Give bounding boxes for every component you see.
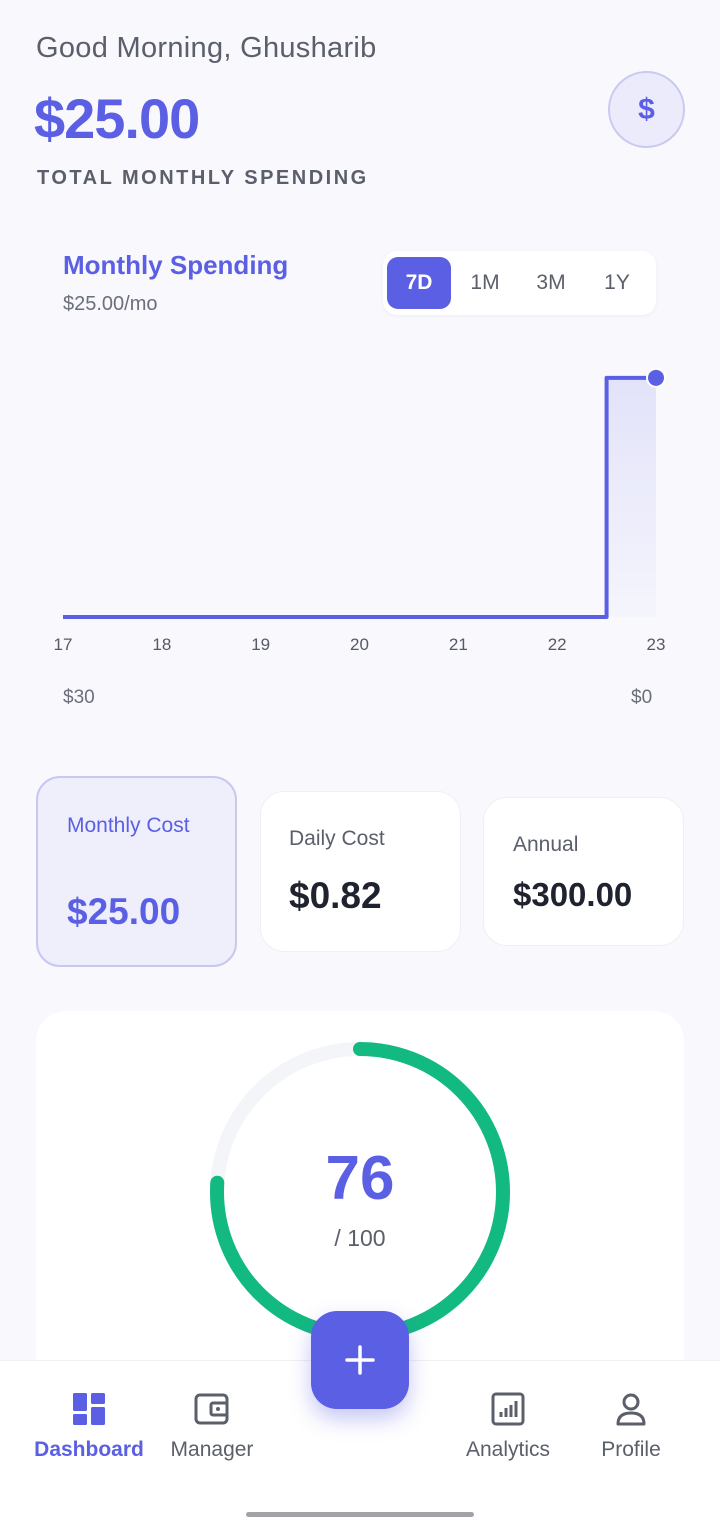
monthly-cost-value: $25.00 — [67, 891, 181, 932]
total-spending-amount: $25.00 — [34, 87, 200, 150]
chart-x-tick: 20 — [350, 635, 369, 654]
range-7d-button[interactable]: 7D — [387, 257, 451, 309]
annual-cost-value: $300.00 — [513, 876, 633, 913]
range-3m-button[interactable]: 3M — [519, 257, 583, 309]
dollar-icon[interactable]: $ — [608, 71, 685, 148]
annual-cost-label: Annual — [513, 833, 579, 856]
chart-area-fill — [606, 377, 656, 617]
chart-x-tick: 23 — [647, 635, 666, 654]
nav-profile[interactable]: Profile — [584, 1392, 678, 1462]
chart-y-min-label: $0 — [631, 687, 653, 708]
range-selector: 7D 1M 3M 1Y — [383, 251, 656, 315]
daily-cost-card[interactable]: Daily Cost $0.82 — [260, 791, 461, 952]
total-spending-label: TOTAL MONTHLY SPENDING — [37, 167, 369, 189]
nav-manager-label: Manager — [170, 1438, 254, 1461]
chart-series-line — [63, 375, 656, 619]
add-button[interactable] — [311, 1311, 409, 1409]
nav-dashboard-label: Dashboard — [34, 1438, 144, 1461]
nav-manager[interactable]: Manager — [160, 1392, 264, 1462]
monthly-cost-label: Monthly Cost — [67, 814, 190, 837]
chart-subtitle: $25.00/mo — [63, 293, 158, 315]
annual-cost-card[interactable]: Annual $300.00 — [483, 797, 684, 946]
chart-x-tick: 22 — [548, 635, 567, 654]
chart-x-tick: 21 — [449, 635, 468, 654]
nav-analytics[interactable]: Analytics — [456, 1392, 560, 1462]
nav-analytics-label: Analytics — [465, 1438, 551, 1461]
score-value: 76 — [325, 1144, 395, 1213]
dollar-symbol: $ — [638, 92, 655, 126]
analytics-icon — [491, 1392, 525, 1426]
nav-dashboard[interactable]: Dashboard — [27, 1392, 151, 1462]
chart-title: Monthly Spending — [63, 250, 289, 280]
plus-icon — [345, 1345, 375, 1375]
chart-last-point — [646, 367, 666, 388]
profile-icon — [616, 1393, 646, 1426]
dashboard-icon — [73, 1393, 105, 1425]
greeting-text: Good Morning, Ghusharib — [36, 32, 377, 64]
home-indicator[interactable] — [246, 1512, 474, 1517]
nav-profile-label: Profile — [601, 1438, 661, 1461]
score-max-label: / 100 — [334, 1225, 386, 1251]
range-1m-button[interactable]: 1M — [453, 257, 517, 309]
chart-y-max-label: $30 — [63, 687, 95, 708]
monthly-cost-card[interactable]: Monthly Cost $25.00 — [36, 776, 237, 967]
spending-chart: 17 18 19 20 21 22 23 — [54, 367, 666, 654]
daily-cost-label: Daily Cost — [289, 827, 385, 850]
chart-x-tick: 17 — [54, 635, 73, 654]
chart-x-tick: 18 — [152, 635, 171, 654]
chart-x-tick: 19 — [251, 635, 270, 654]
wallet-icon — [194, 1393, 229, 1425]
range-1y-button[interactable]: 1Y — [585, 257, 649, 309]
daily-cost-value: $0.82 — [289, 875, 382, 916]
